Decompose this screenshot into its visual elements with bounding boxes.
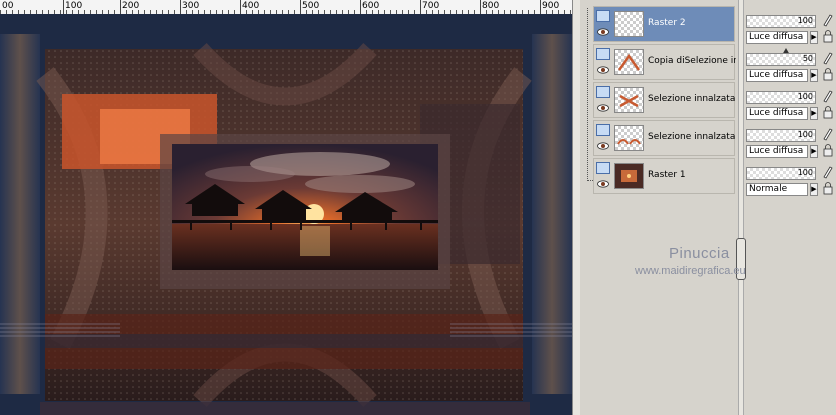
ruler-tick (120, 0, 121, 14)
opacity-slider[interactable]: 100 (746, 15, 816, 28)
layer-row-selezione-innalzata-1[interactable]: Selezione innalzata 1 (593, 120, 736, 156)
brush-icon[interactable] (822, 89, 834, 103)
ruler-label: 400 (242, 1, 260, 11)
dropdown-arrow-icon[interactable]: ▶ (810, 69, 818, 82)
ruler-label: 00 (2, 1, 14, 11)
layers-palette: Raster 2 Copia diSelezione innalzata Sel… (580, 0, 836, 415)
dropdown-arrow-icon[interactable]: ▶ (810, 183, 818, 196)
opacity-value: 100 (797, 168, 813, 177)
dropdown-arrow-icon[interactable]: ▶ (810, 145, 818, 158)
blend-mode-select[interactable]: Normale (746, 183, 808, 196)
lock-icon[interactable] (822, 106, 834, 119)
brush-icon[interactable] (822, 51, 834, 65)
layer-row-raster-1[interactable]: Raster 1 (593, 158, 735, 194)
ruler-label: 300 (182, 1, 200, 11)
eye-icon[interactable] (597, 104, 609, 112)
brush-icon[interactable] (822, 165, 834, 179)
layer-name[interactable]: Copia diSelezione innalzata (648, 56, 736, 66)
blend-mode-select[interactable]: Luce diffusa (746, 107, 808, 120)
ruler-tick (240, 0, 241, 14)
layer-props-raster-2: 100 Luce diffusa ▶ (746, 6, 836, 44)
ruler-label: 100 (65, 1, 83, 11)
lock-icon[interactable] (822, 30, 834, 43)
layer-type-icon (596, 86, 610, 98)
eye-icon[interactable] (597, 66, 609, 74)
blend-mode-select[interactable]: Luce diffusa (746, 31, 808, 44)
layer-thumbnail (614, 11, 644, 37)
brush-icon[interactable] (822, 127, 834, 141)
layer-name[interactable]: Selezione innalzata 1 (648, 132, 736, 142)
lock-icon[interactable] (822, 144, 834, 157)
horizontal-ruler: 00 100 200 300 400 500 600 700 800 900 (0, 0, 572, 15)
layer-name[interactable]: Raster 1 (648, 170, 736, 180)
layer-row-raster-2[interactable]: Raster 2 (593, 6, 735, 42)
layer-type-icon (596, 48, 610, 60)
layer-name[interactable]: Raster 2 (648, 18, 736, 28)
opacity-slider[interactable]: 50 (746, 53, 816, 66)
opacity-slider[interactable]: 100 (746, 91, 816, 104)
layer-thumbnail (614, 125, 644, 151)
watermark-name: Pinuccia (669, 245, 730, 262)
ruler-label: 800 (482, 1, 500, 11)
watermark-url: www.maidiregrafica.eu (635, 265, 746, 277)
ruler-label: 700 (422, 1, 440, 11)
dropdown-arrow-icon[interactable]: ▶ (810, 107, 818, 120)
layer-thumbnail (614, 87, 644, 113)
layer-thumbnail (614, 163, 644, 189)
opacity-value: 50 (802, 54, 813, 63)
layer-type-icon (596, 124, 610, 136)
layer-props-selezione-innalzata: 100 Luce diffusa ▶ (746, 82, 836, 120)
ruler-label: 600 (362, 1, 380, 11)
layer-thumbnail (614, 49, 644, 75)
image-canvas[interactable] (0, 14, 572, 415)
eye-icon[interactable] (597, 142, 609, 150)
layer-props-raster-1: 100 Normale ▶ (746, 158, 836, 196)
ruler-label: 200 (122, 1, 140, 11)
canvas-area[interactable]: 00 100 200 300 400 500 600 700 800 900 (0, 0, 572, 415)
opacity-slider[interactable]: 100 (746, 167, 816, 180)
layer-tree-line (587, 8, 589, 181)
ruler-tick (360, 0, 361, 14)
ruler-tick (180, 0, 181, 14)
ruler-tick (63, 0, 64, 14)
lock-icon[interactable] (822, 182, 834, 195)
blend-mode-select[interactable]: Luce diffusa (746, 69, 808, 82)
layer-row-copia-selezione[interactable]: Copia diSelezione innalzata (593, 44, 736, 80)
ruler-tick (480, 0, 481, 14)
ruler-tick (420, 0, 421, 14)
eye-icon[interactable] (597, 28, 609, 36)
layer-props-copia-selezione: 50 Luce diffusa ▶ (746, 44, 836, 82)
ruler-label: 900 (542, 1, 560, 11)
opacity-value: 100 (797, 92, 813, 101)
ruler-tick (540, 0, 541, 14)
layer-type-icon (596, 162, 610, 174)
opacity-slider[interactable]: 100 (746, 129, 816, 142)
artwork-image (0, 14, 572, 415)
brush-icon[interactable] (822, 13, 834, 27)
blend-mode-select[interactable]: Luce diffusa (746, 145, 808, 158)
eye-icon[interactable] (597, 180, 609, 188)
ruler-tick (300, 0, 301, 14)
lock-icon[interactable] (822, 68, 834, 81)
layer-props-selezione-innalzata-1: 100 Luce diffusa ▶ (746, 120, 836, 158)
opacity-value: 100 (797, 16, 813, 25)
dropdown-arrow-icon[interactable]: ▶ (810, 31, 818, 44)
layer-row-selezione-innalzata[interactable]: Selezione innalzata (593, 82, 735, 118)
opacity-value: 100 (797, 130, 813, 139)
palette-scrollbar[interactable] (738, 0, 744, 415)
ruler-label: 500 (302, 1, 320, 11)
layer-type-icon (596, 10, 610, 22)
layer-name[interactable]: Selezione innalzata (648, 94, 736, 104)
